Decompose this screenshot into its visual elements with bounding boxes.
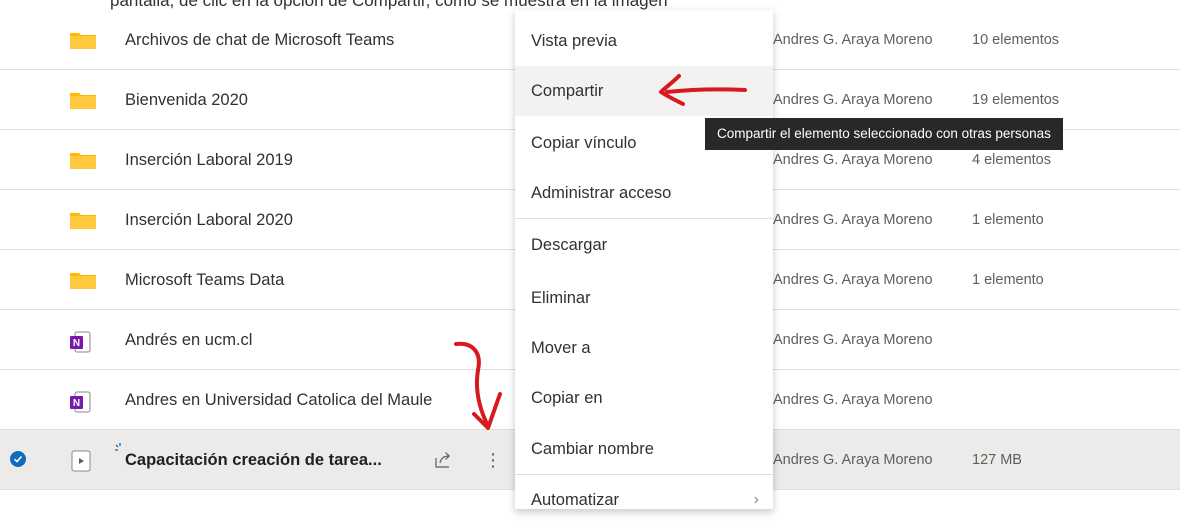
menu-item-vista-previa[interactable]: Vista previa — [515, 16, 773, 66]
file-name[interactable]: Inserción Laboral 2020 — [125, 190, 293, 250]
file-name[interactable]: Inserción Laboral 2019 — [125, 130, 293, 190]
menu-item-cambiar-nombre[interactable]: Cambiar nombre — [515, 424, 773, 474]
tooltip: Compartir el elemento seleccionado con o… — [705, 118, 1063, 150]
file-name[interactable]: Microsoft Teams Data — [125, 250, 284, 310]
folder-icon — [70, 211, 96, 234]
video-file-icon — [71, 450, 91, 477]
menu-item-compartir[interactable]: Compartir — [515, 66, 773, 116]
file-size: 10 elementos — [972, 32, 1060, 48]
onenote-icon: N — [70, 391, 92, 418]
file-name[interactable]: Andres en Universidad Catolica del Maule — [125, 370, 432, 430]
file-name[interactable]: Andrés en ucm.cl — [125, 310, 252, 370]
folder-icon — [70, 151, 96, 174]
cropped-instruction-text: pantalla, de clic en la opción de Compar… — [0, 0, 1180, 10]
file-owner: Andres G. Araya Moreno — [773, 452, 933, 468]
menu-item-descargar[interactable]: Descargar — [515, 220, 773, 270]
menu-item-copiar-en[interactable]: Copiar en — [515, 373, 773, 423]
folder-icon — [70, 271, 96, 294]
menu-item-automatizar[interactable]: Automatizar › — [515, 475, 773, 525]
chevron-right-icon: › — [753, 491, 759, 508]
folder-icon — [70, 91, 96, 114]
file-owner: Andres G. Araya Moreno — [773, 32, 933, 48]
file-size: 1 elemento — [972, 212, 1044, 228]
file-owner: Andres G. Araya Moreno — [773, 212, 933, 228]
file-size: 1 elemento — [972, 272, 1044, 288]
more-options-icon[interactable]: ⋮ — [484, 446, 502, 474]
selected-check-icon[interactable] — [10, 451, 26, 467]
file-name[interactable]: Bienvenida 2020 — [125, 70, 248, 130]
menu-item-eliminar[interactable]: Eliminar — [515, 273, 773, 323]
file-size: 127 MB — [972, 452, 1022, 468]
share-icon[interactable] — [433, 450, 453, 470]
instruction-text: pantalla, de clic en la opción de Compar… — [110, 0, 668, 10]
file-name[interactable]: Archivos de chat de Microsoft Teams — [125, 10, 394, 70]
file-owner: Andres G. Araya Moreno — [773, 332, 933, 348]
context-menu: Vista previa Compartir Copiar vínculo Ad… — [515, 10, 773, 509]
menu-item-administrar-acceso[interactable]: Administrar acceso — [515, 168, 773, 218]
folder-icon — [70, 31, 96, 54]
menu-divider — [515, 218, 773, 219]
file-name[interactable]: Capacitación creación de tarea... — [125, 430, 382, 490]
menu-item-label: Automatizar — [531, 491, 620, 509]
file-owner: Andres G. Araya Moreno — [773, 272, 933, 288]
svg-text:N: N — [73, 338, 80, 349]
file-owner: Andres G. Araya Moreno — [773, 392, 933, 408]
svg-text:N: N — [73, 398, 80, 409]
menu-item-mover-a[interactable]: Mover a — [515, 323, 773, 373]
onenote-icon: N — [70, 331, 92, 358]
